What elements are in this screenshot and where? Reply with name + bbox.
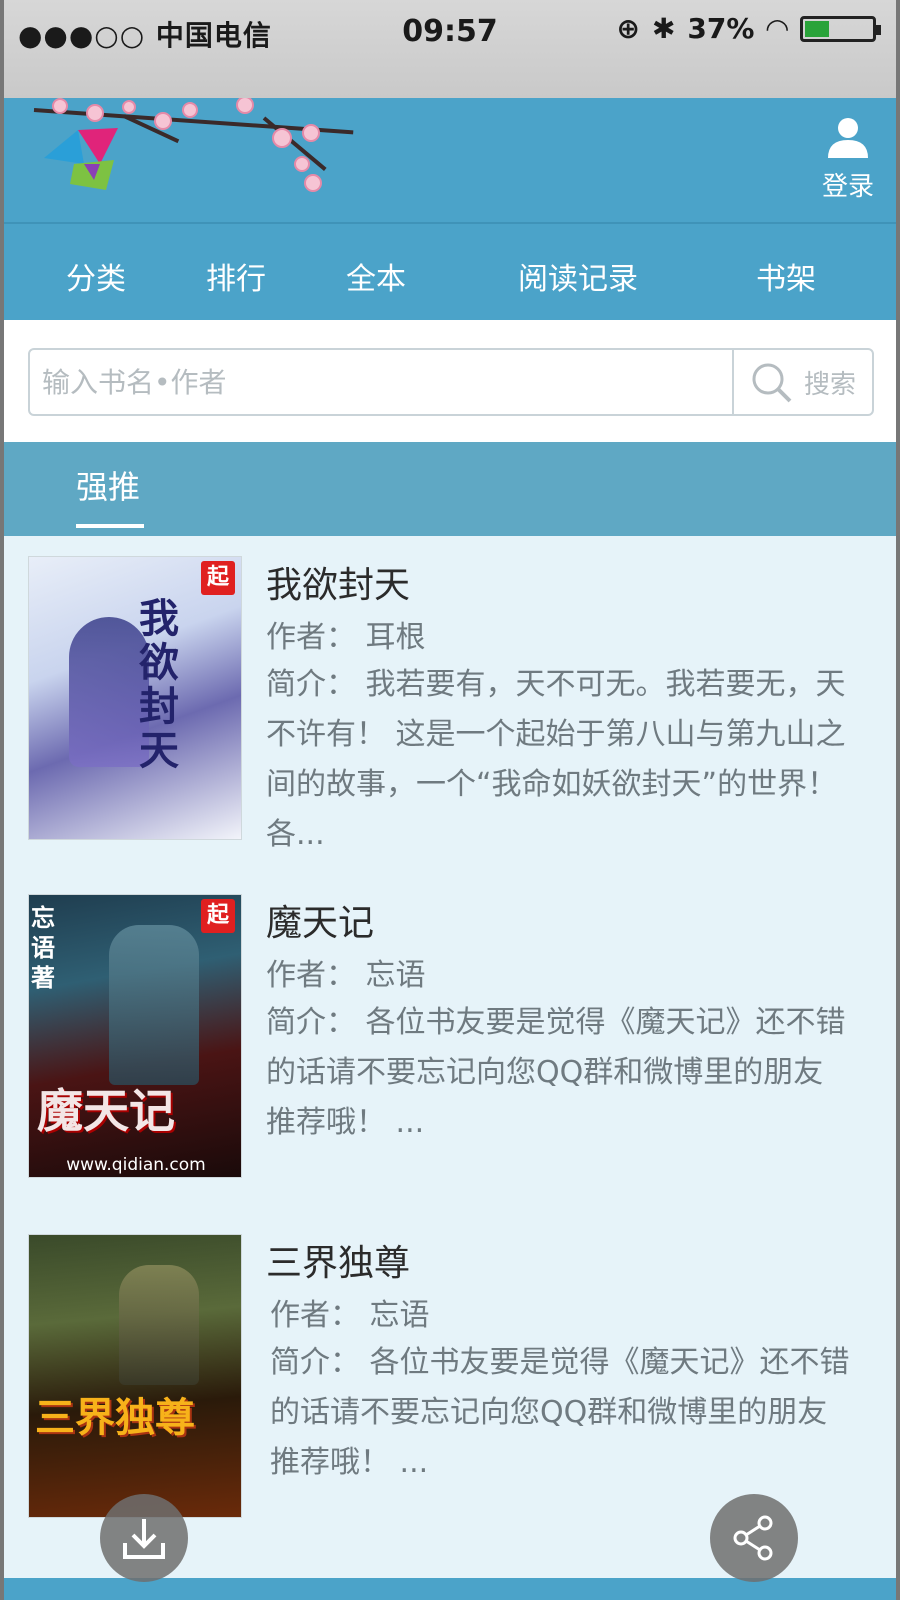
search-icon bbox=[752, 363, 792, 403]
app-logo bbox=[44, 124, 126, 192]
book-list: 我欲封天 起 我欲封天 作者： 耳根 简介： 我若要有，天不可无。我若要无，天不… bbox=[4, 536, 896, 1600]
book-author: 作者： 忘语 bbox=[266, 958, 426, 993]
book-author: 作者： 忘语 bbox=[270, 1298, 430, 1333]
battery-percent: 37% bbox=[687, 12, 755, 45]
download-icon bbox=[123, 1519, 165, 1559]
nav-item-ranking[interactable]: 排行 bbox=[206, 254, 266, 298]
share-icon bbox=[733, 1515, 773, 1561]
book-cover[interactable]: 我欲封天 起 bbox=[28, 556, 242, 840]
tab-recommended[interactable]: 强推 bbox=[76, 462, 145, 528]
book-description: 简介： 各位书友要是觉得《魔天记》还不错的话请不要忘记向您QQ群和微博里的朋友推… bbox=[266, 1005, 846, 1140]
login-label: 登录 bbox=[821, 172, 874, 202]
search-area: 搜索 bbox=[4, 320, 896, 442]
app-header: 登录 bbox=[4, 98, 896, 222]
frame-border-right bbox=[896, 98, 900, 1600]
rotation-lock-icon: ⊕ bbox=[616, 12, 640, 45]
nav-item-complete[interactable]: 全本 bbox=[346, 254, 406, 298]
wifi-icon: ◠ bbox=[766, 12, 788, 45]
login-button[interactable]: 登录 bbox=[818, 114, 878, 203]
book-cover[interactable]: 忘语著 魔天记 www.qidian.com 起 bbox=[28, 894, 242, 1178]
search-box: 搜索 bbox=[28, 348, 874, 416]
book-title[interactable]: 魔天记 bbox=[266, 894, 374, 946]
download-button[interactable] bbox=[100, 1494, 188, 1582]
book-description: 简介： 各位书友要是觉得《魔天记》还不错的话请不要忘记向您QQ群和微博里的朋友推… bbox=[270, 1345, 850, 1480]
status-bar: ●●●○○ 中国电信 09:57 ⊕ ✱ 37% ◠ bbox=[0, 0, 900, 98]
book-title[interactable]: 我欲封天 bbox=[266, 556, 410, 608]
main-nav: 分类 排行 全本 阅读记录 书架 bbox=[4, 222, 896, 320]
share-button[interactable] bbox=[710, 1494, 798, 1582]
cover-title: 魔天记 bbox=[37, 1084, 175, 1138]
battery-icon bbox=[800, 15, 881, 42]
status-right: ⊕ ✱ 37% ◠ bbox=[616, 12, 881, 45]
qidian-badge: 起 bbox=[201, 561, 235, 595]
nav-item-reading-history[interactable]: 阅读记录 bbox=[518, 254, 638, 298]
qidian-badge: 起 bbox=[201, 899, 235, 933]
cover-url: www.qidian.com bbox=[66, 1155, 206, 1175]
nav-item-category[interactable]: 分类 bbox=[66, 254, 126, 298]
book-title[interactable]: 三界独尊 bbox=[266, 1234, 410, 1286]
cover-title: 我欲封天 bbox=[139, 596, 179, 774]
cover-author: 忘语著 bbox=[31, 904, 55, 992]
book-description: 简介： 我若要有，天不可无。我若要无，天不许有！ 这是一个起始于第八山与第九山之… bbox=[266, 667, 846, 852]
search-button[interactable]: 搜索 bbox=[732, 350, 872, 414]
nav-item-bookshelf[interactable]: 书架 bbox=[756, 254, 816, 298]
section-bar: 强推 bbox=[4, 442, 896, 536]
search-button-label: 搜索 bbox=[803, 369, 856, 400]
book-author: 作者： 耳根 bbox=[266, 620, 426, 655]
bluetooth-icon: ✱ bbox=[651, 12, 676, 45]
search-input[interactable] bbox=[42, 350, 702, 414]
book-cover[interactable]: 三界独尊 bbox=[28, 1234, 242, 1518]
user-icon bbox=[828, 118, 868, 158]
cover-title: 三界独尊 bbox=[35, 1395, 195, 1441]
